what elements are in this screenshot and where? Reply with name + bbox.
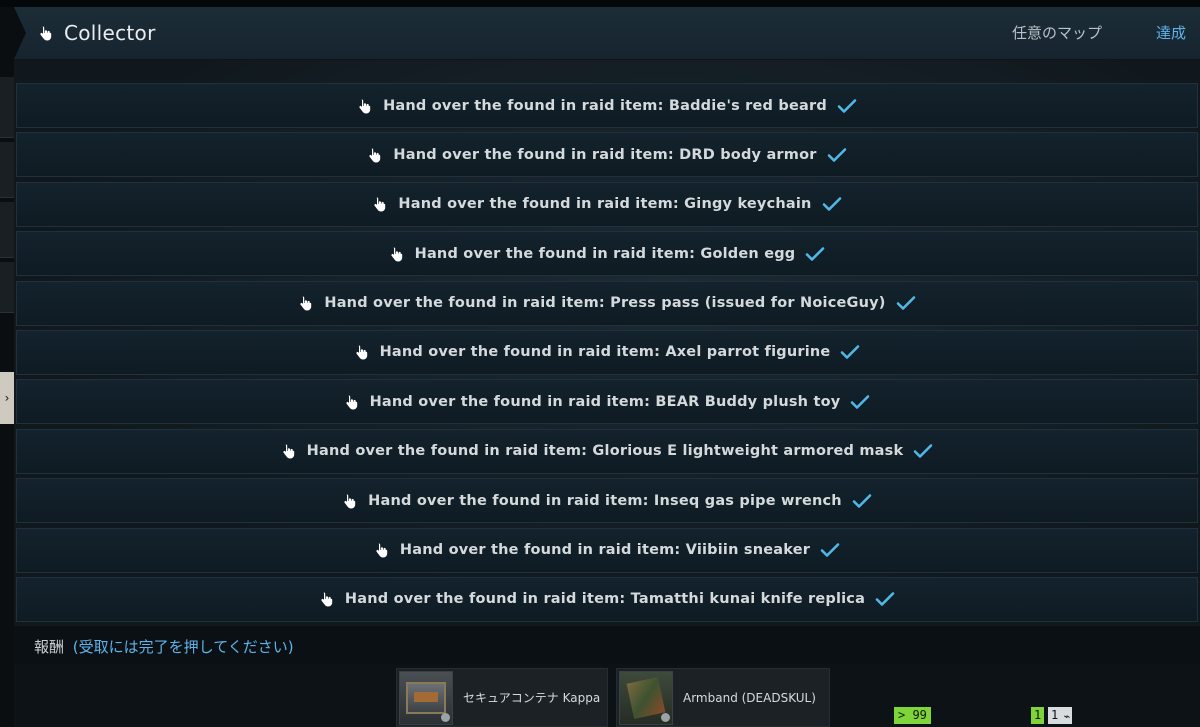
objective-text: Hand over the found in raid item: Gingy … xyxy=(398,196,812,213)
rail-tab[interactable] xyxy=(0,202,14,258)
top-strip xyxy=(0,0,1200,7)
objective-row[interactable]: Hand over the found in raid item: BEAR B… xyxy=(16,379,1198,425)
map-label: 任意のマップ xyxy=(1011,24,1102,42)
checkmark-icon xyxy=(837,98,857,114)
objective-row[interactable]: Hand over the found in raid item: Viibii… xyxy=(16,527,1198,573)
paperclip-icon: ⌁ xyxy=(1063,710,1071,723)
checkmark-icon xyxy=(852,493,872,509)
objective-row[interactable]: Hand over the found in raid item: Press … xyxy=(16,280,1198,326)
hand-pointer-icon xyxy=(367,147,383,163)
reward-label: セキュアコンテナ Kappa xyxy=(463,691,601,705)
objective-text: Hand over the found in raid item: Press … xyxy=(324,295,886,312)
check-badge-icon xyxy=(661,712,670,722)
quest-status-label: 達成 xyxy=(1155,24,1186,42)
hand-pointer-icon xyxy=(372,196,388,212)
objective-row[interactable]: Hand over the found in raid item: Axel p… xyxy=(16,329,1198,375)
checkmark-icon xyxy=(875,591,895,607)
objective-text: Hand over the found in raid item: Glorio… xyxy=(306,443,904,460)
hand-pointer-icon xyxy=(374,542,390,558)
objective-row[interactable]: Hand over the found in raid item: Golden… xyxy=(16,231,1198,277)
objective-text: Hand over the found in raid item: Inseq … xyxy=(368,492,842,509)
hand-pointer-icon xyxy=(281,443,297,459)
checkmark-icon xyxy=(820,542,840,558)
hand-pointer-icon xyxy=(342,493,358,509)
title-wrap: Collector xyxy=(38,7,156,59)
rewards-heading: 報酬 (受取には完了を押してください) xyxy=(34,636,294,657)
hand-pointer-icon xyxy=(357,98,373,114)
checkmark-icon xyxy=(840,344,860,360)
checkmark-icon xyxy=(896,295,916,311)
objective-row[interactable]: Hand over the found in raid item: Gingy … xyxy=(16,181,1198,227)
header-notch xyxy=(14,7,26,59)
hand-pointer-icon xyxy=(389,246,405,262)
objective-row[interactable]: Hand over the found in raid item: DRD bo… xyxy=(16,132,1198,178)
objective-row[interactable]: Hand over the found in raid item: Inseq … xyxy=(16,478,1198,524)
reward-item[interactable]: セキュアコンテナ Kappa xyxy=(396,668,608,727)
rail-expand-arrow-icon[interactable]: › xyxy=(0,372,14,424)
checkmark-icon xyxy=(805,246,825,262)
hand-pointer-icon xyxy=(298,295,314,311)
objective-text: Hand over the found in raid item: Axel p… xyxy=(379,344,831,361)
hand-pointer-icon xyxy=(38,25,54,41)
rewards-title: 報酬 xyxy=(34,638,65,656)
checkmark-icon xyxy=(827,147,847,163)
objectives-list: Hand over the found in raid item: Baddie… xyxy=(16,83,1198,626)
level-badge: 1 xyxy=(1031,707,1045,724)
ammo-badge: 1 ⌁ xyxy=(1048,707,1073,724)
left-rail xyxy=(0,7,14,727)
objective-text: Hand over the found in raid item: BEAR B… xyxy=(369,393,841,410)
objective-text: Hand over the found in raid item: Golden… xyxy=(414,245,796,262)
objective-text: Hand over the found in raid item: DRD bo… xyxy=(393,146,817,163)
reward-label: Armband (DEADSKUL) xyxy=(683,690,816,705)
checkmark-icon xyxy=(850,394,870,410)
rail-tab[interactable] xyxy=(0,262,14,313)
quest-title: Collector xyxy=(64,21,156,45)
hand-pointer-icon xyxy=(319,591,335,607)
hand-pointer-icon xyxy=(344,394,360,410)
reward-item[interactable]: Armband (DEADSKUL) xyxy=(616,668,830,727)
secure-container-icon xyxy=(399,670,453,725)
hand-pointer-icon xyxy=(354,344,370,360)
objective-row[interactable]: Hand over the found in raid item: Glorio… xyxy=(16,428,1198,474)
objective-row[interactable]: Hand over the found in raid item: Baddie… xyxy=(16,83,1198,128)
rail-tab[interactable] xyxy=(0,142,14,198)
objective-text: Hand over the found in raid item: Baddie… xyxy=(383,97,827,114)
quest-header: Collector 任意のマップ 達成 xyxy=(14,7,1200,60)
armband-icon xyxy=(619,670,673,725)
objective-row[interactable]: Hand over the found in raid item: Tamatt… xyxy=(16,576,1198,622)
ammo-badge-value: 1 xyxy=(1051,708,1059,722)
objective-text: Hand over the found in raid item: Viibii… xyxy=(399,542,811,559)
checkmark-icon xyxy=(913,443,933,459)
rail-tab[interactable] xyxy=(0,77,14,138)
checkmark-icon xyxy=(822,196,842,212)
check-badge-icon xyxy=(441,712,450,722)
count-badge: > 99 xyxy=(894,707,931,724)
objective-text: Hand over the found in raid item: Tamatt… xyxy=(344,591,866,608)
rewards-hint: (受取には完了を押してください) xyxy=(72,638,294,656)
